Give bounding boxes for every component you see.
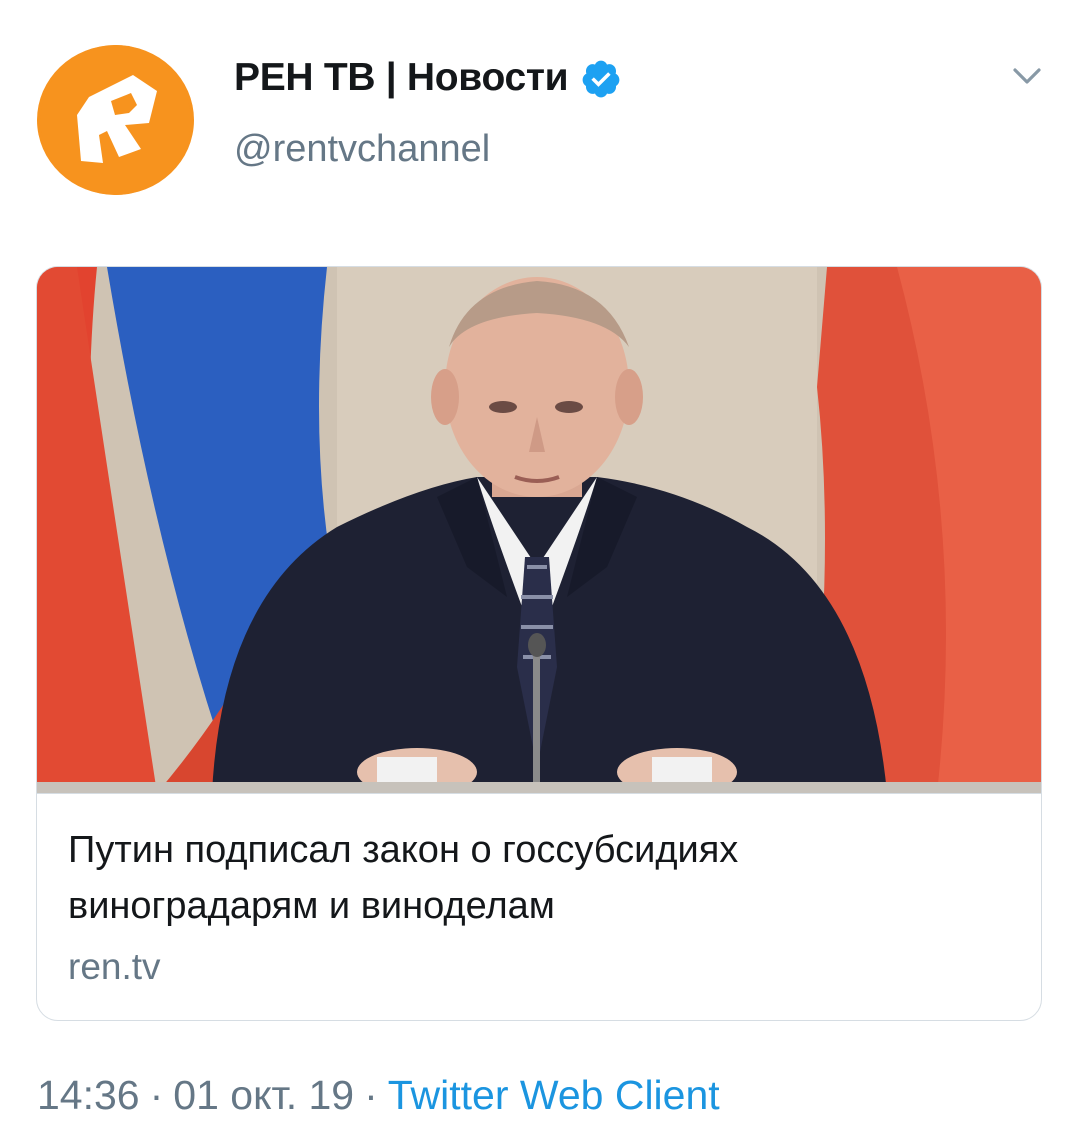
chevron-down-icon — [1013, 68, 1041, 84]
card-image — [37, 267, 1041, 793]
author-handle[interactable]: @rentvchannel — [234, 128, 490, 171]
verified-badge-icon — [580, 58, 622, 100]
tweet-menu-button[interactable] — [1005, 58, 1049, 94]
meta-separator: · — [149, 1072, 164, 1118]
tweet-time[interactable]: 14:36 — [37, 1072, 140, 1119]
author-display-name[interactable]: РЕН ТВ | Новости — [234, 56, 569, 100]
card-body: Путин подписал закон о госсубсидиях вино… — [37, 793, 1041, 1020]
avatar[interactable] — [37, 45, 194, 195]
author-name-row: РЕН ТВ | Новости — [234, 52, 622, 104]
tweet-meta: 14:36 · 01 окт. 19 · Twitter Web Client — [37, 1072, 720, 1119]
tweet: РЕН ТВ | Новости @rentvchannel Путин под… — [0, 0, 1071, 1147]
tweet-source-link[interactable]: Twitter Web Client — [388, 1072, 720, 1119]
link-preview-card[interactable]: Путин подписал закон о госсубсидиях вино… — [36, 266, 1042, 1021]
ren-tv-logo-icon — [40, 45, 191, 195]
meta-separator-2: · — [364, 1072, 378, 1118]
tweet-date[interactable]: 01 окт. 19 — [173, 1072, 354, 1119]
card-domain: ren.tv — [68, 946, 161, 987]
card-title: Путин подписал закон о госсубсидиях вино… — [68, 829, 739, 927]
